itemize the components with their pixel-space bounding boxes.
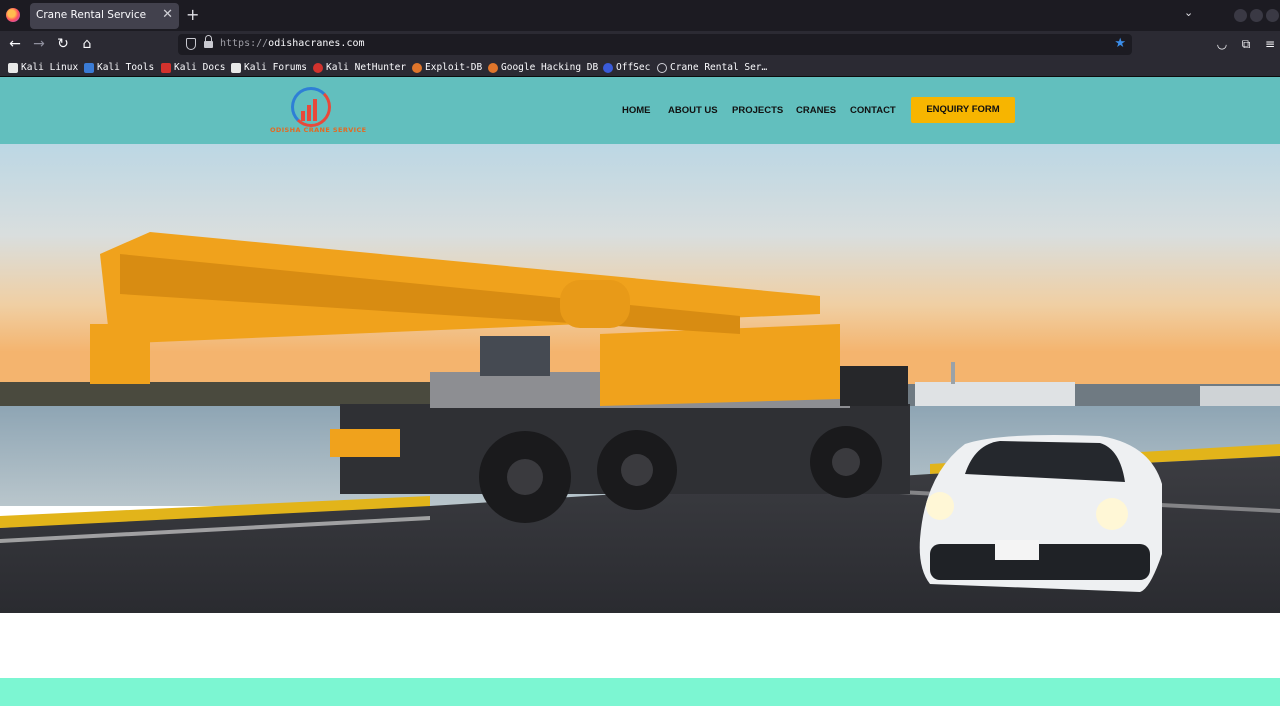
nav-cranes[interactable]: CRANES (796, 105, 836, 116)
bookmark-kali-forums[interactable]: Kali Forums (231, 61, 307, 74)
kali-dragon-icon (231, 62, 241, 73)
bookmark-star-icon[interactable]: ★ (1114, 36, 1126, 51)
browser-tab-strip: Crane Rental Service ✕ + ⌄ (0, 0, 1280, 31)
nethunter-icon (313, 62, 323, 73)
minimize-window-icon[interactable] (1234, 9, 1247, 22)
maximize-window-icon[interactable] (1250, 9, 1263, 22)
home-icon[interactable]: ⌂ (78, 35, 96, 53)
hero-image (0, 144, 1280, 613)
logo-text: ODISHA CRANE SERVICE (270, 126, 367, 134)
globe-icon (657, 62, 667, 73)
back-icon[interactable]: ← (6, 35, 24, 53)
lock-icon[interactable] (204, 35, 213, 49)
close-window-icon[interactable] (1266, 9, 1279, 22)
bookmark-google-hacking-db[interactable]: Google Hacking DB (488, 61, 598, 74)
app-menu-icon[interactable]: ≡ (1263, 37, 1277, 51)
bookmark-kali-linux[interactable]: Kali Linux (8, 61, 78, 74)
bookmark-crane-rental[interactable]: Crane Rental Ser… (657, 61, 767, 74)
nav-contact[interactable]: CONTACT (850, 105, 896, 116)
bookmark-kali-docs[interactable]: Kali Docs (161, 61, 225, 74)
nav-projects[interactable]: PROJECTS (732, 105, 783, 116)
url-scheme: https:// (220, 38, 269, 49)
bookmark-kali-nethunter[interactable]: Kali NetHunter (313, 61, 406, 74)
url-host: odishacranes.com (268, 38, 365, 49)
pocket-icon[interactable]: ◡ (1215, 37, 1229, 51)
kali-dragon-icon (8, 62, 18, 73)
hero-crane-illustration (0, 144, 1280, 613)
new-tab-button[interactable]: + (186, 5, 199, 25)
ghdb-icon (488, 62, 498, 73)
next-section-band (0, 678, 1280, 706)
logo-chart-icon (301, 99, 323, 121)
forward-icon[interactable]: → (30, 35, 48, 53)
bookmark-offsec[interactable]: OffSec (603, 61, 650, 74)
tab-title: Crane Rental Service (36, 9, 147, 21)
bookmark-kali-tools[interactable]: Kali Tools (84, 61, 154, 74)
content-spacer (0, 613, 1280, 678)
nav-about-us[interactable]: ABOUT US (668, 105, 718, 116)
site-logo[interactable]: ODISHA CRANE SERVICE (270, 87, 367, 135)
offsec-icon (603, 62, 613, 73)
reload-icon[interactable]: ↻ (54, 35, 72, 53)
extensions-icon[interactable]: ⧉ (1239, 37, 1253, 51)
tab-crane-rental[interactable]: Crane Rental Service ✕ (30, 3, 179, 29)
kali-tools-icon (84, 62, 94, 73)
kali-docs-icon (161, 62, 171, 73)
enquiry-form-button[interactable]: ENQUIRY FORM (911, 97, 1015, 123)
url-text[interactable]: https://odishacranes.com (220, 38, 365, 49)
site-header: ODISHA CRANE SERVICE HOME ABOUT US PROJE… (0, 77, 1280, 144)
tracking-protection-shield-icon[interactable] (186, 38, 196, 50)
close-tab-icon[interactable]: ✕ (162, 7, 173, 23)
nav-home[interactable]: HOME (622, 105, 651, 116)
exploit-db-icon (412, 62, 422, 73)
firefox-icon[interactable] (6, 8, 20, 22)
bookmarks-toolbar: Kali Linux Kali Tools Kali Docs Kali For… (0, 58, 1280, 77)
list-tabs-icon[interactable]: ⌄ (1184, 6, 1193, 19)
address-bar[interactable]: https://odishacranes.com ★ (178, 34, 1132, 55)
bookmark-exploit-db[interactable]: Exploit-DB (412, 61, 482, 74)
